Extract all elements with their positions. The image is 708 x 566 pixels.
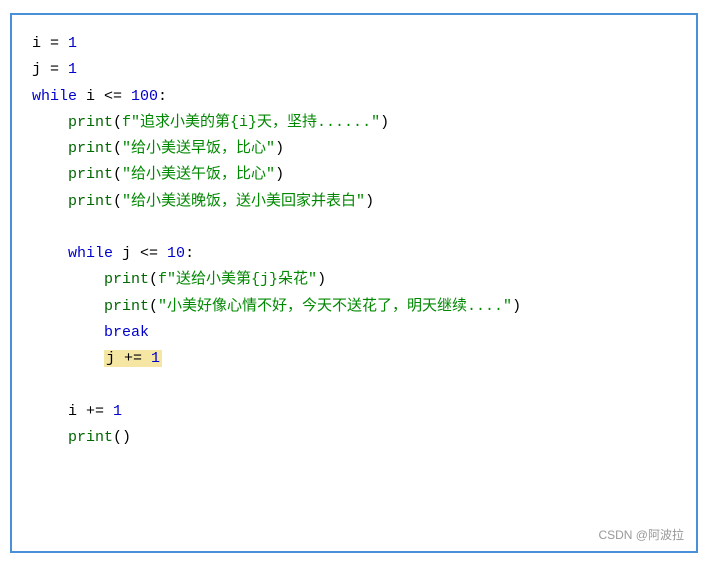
code-line: print(f"追求小美的第{i}天，坚持......") [32, 110, 676, 136]
code-line: print("小美好像心情不好，今天不送花了，明天继续....") [32, 294, 676, 320]
code-line: while j <= 10: [32, 241, 676, 267]
code-line: print("给小美送早饭，比心") [32, 136, 676, 162]
code-block: i = 1j = 1while i <= 100: print(f"追求小美的第… [32, 31, 676, 451]
code-line: print("给小美送晚饭，送小美回家并表白") [32, 189, 676, 215]
code-line: while i <= 100: [32, 84, 676, 110]
code-line: print() [32, 425, 676, 451]
code-line: j += 1 [32, 346, 676, 372]
watermark: CSDN @阿波拉 [598, 526, 684, 543]
code-line: print(f"送给小美第{j}朵花") [32, 267, 676, 293]
code-line [32, 372, 676, 398]
code-line: break [32, 320, 676, 346]
code-line: j = 1 [32, 57, 676, 83]
code-line: i += 1 [32, 399, 676, 425]
code-line: print("给小美送午饭，比心") [32, 162, 676, 188]
code-container: i = 1j = 1while i <= 100: print(f"追求小美的第… [10, 13, 698, 553]
code-line [32, 215, 676, 241]
code-line: i = 1 [32, 31, 676, 57]
